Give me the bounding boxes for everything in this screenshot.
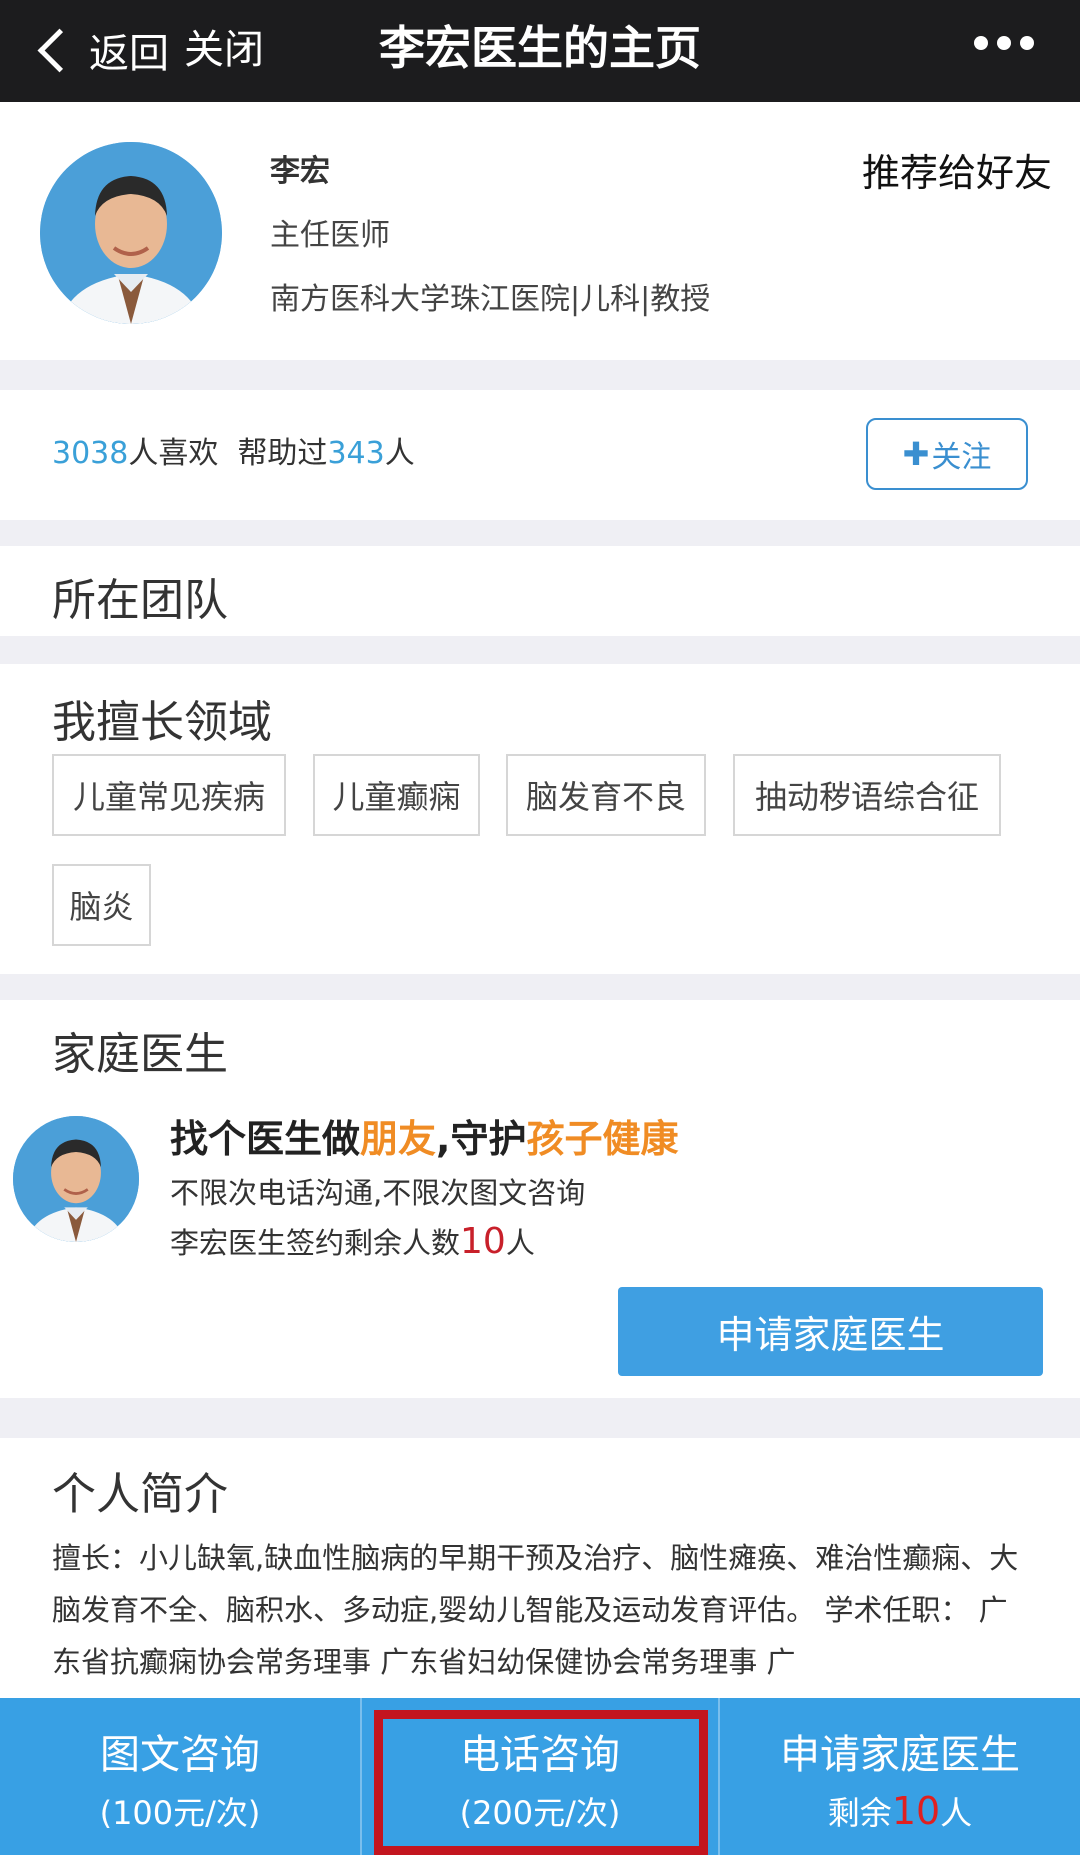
stats-bar: 3038人喜欢 帮助过343人 ✚ 关注 — [0, 390, 1080, 520]
stats-text: 3038人喜欢 帮助过343人 — [52, 428, 415, 472]
apply-family-doctor-button[interactable]: 申请家庭医生 — [618, 1287, 1043, 1376]
follow-button[interactable]: ✚ 关注 — [866, 418, 1028, 490]
family-doctor-heading: 家庭医生 — [52, 1029, 228, 1080]
likes-count: 3038 — [52, 436, 129, 471]
specialties-heading: 我擅长领域 — [52, 697, 272, 748]
family-doctor-section: 家庭医生 找个医生做朋友,守护孩子健康 不限次电话沟通,不限次图文咨询 李宏医生… — [0, 1000, 1080, 1398]
top-navigation-bar: 返回 关闭 李宏医生的主页 — [0, 0, 1080, 102]
bottom-action-bar: 图文咨询 (100元/次) 电话咨询 (200元/次) 申请家庭医生 剩余10人 — [0, 1698, 1080, 1855]
bio-heading: 个人简介 — [52, 1469, 228, 1520]
text-consult-button[interactable]: 图文咨询 (100元/次) — [0, 1698, 360, 1855]
doctor-name: 李宏 — [270, 154, 330, 189]
team-section[interactable]: 所在团队 — [0, 546, 1080, 636]
doctor-profile-card: 李宏 主任医师 南方医科大学珠江医院|儿科|教授 推荐给好友 — [0, 102, 1080, 360]
plus-icon: ✚ — [902, 435, 930, 473]
headline-part: ,守护 — [436, 1117, 527, 1161]
bar-remaining-count: 10 — [891, 1789, 941, 1833]
specialty-tag[interactable]: 脑炎 — [52, 864, 151, 946]
follow-label: 关注 — [931, 440, 992, 475]
more-options-icon[interactable] — [974, 36, 1034, 50]
remaining-suffix: 人 — [505, 1226, 535, 1260]
phone-consult-label: 电话咨询 — [460, 1732, 620, 1778]
phone-consult-price: (200元/次) — [459, 1794, 621, 1832]
bar-remaining-prefix: 剩余 — [827, 1794, 892, 1832]
family-doctor-bar-button[interactable]: 申请家庭医生 剩余10人 — [720, 1698, 1080, 1855]
phone-consult-button[interactable]: 电话咨询 (200元/次) — [360, 1698, 720, 1855]
family-doctor-benefit: 不限次电话沟通,不限次图文咨询 — [170, 1176, 586, 1210]
family-doctor-remaining: 李宏医生签约剩余人数10人 — [170, 1220, 535, 1262]
remaining-count: 10 — [460, 1221, 506, 1262]
doctor-organization: 南方医科大学珠江医院|儿科|教授 — [270, 282, 711, 317]
family-doctor-bar-remaining: 剩余10人 — [720, 1788, 1080, 1834]
remaining-prefix: 李宏医生签约剩余人数 — [170, 1226, 461, 1260]
headline-highlight: 孩子健康 — [526, 1117, 679, 1161]
family-doctor-headline: 找个医生做朋友,守护孩子健康 — [170, 1108, 678, 1163]
recommend-to-friend-button[interactable]: 推荐给好友 — [862, 142, 1052, 197]
helped-prefix: 帮助过 — [237, 436, 328, 471]
family-doctor-bar-label: 申请家庭医生 — [780, 1732, 1020, 1778]
doctor-title: 主任医师 — [270, 218, 390, 253]
page-title: 李宏医生的主页 — [379, 21, 701, 75]
helped-count: 343 — [327, 436, 385, 471]
text-consult-label: 图文咨询 — [100, 1732, 260, 1778]
text-consult-price: (100元/次) — [99, 1794, 261, 1832]
likes-suffix: 人喜欢 — [128, 436, 219, 471]
specialty-tag[interactable]: 脑发育不良 — [506, 754, 706, 836]
specialty-tag[interactable]: 儿童癫痫 — [313, 754, 480, 836]
headline-part: 找个医生做 — [170, 1117, 361, 1161]
bio-text: 擅长：小儿缺氧,缺血性脑病的早期干预及治疗、脑性瘫痪、难治性癫痫、大脑发育不全、… — [52, 1541, 1019, 1679]
doctor-avatar — [40, 142, 222, 324]
helped-suffix: 人 — [384, 436, 415, 471]
bar-remaining-suffix: 人 — [940, 1794, 973, 1832]
doctor-avatar-small — [13, 1116, 139, 1242]
specialty-tag[interactable]: 儿童常见疾病 — [52, 754, 286, 836]
specialties-section: 我擅长领域 儿童常见疾病 儿童癫痫 脑发育不良 抽动秽语综合征 脑炎 — [0, 664, 1080, 974]
specialty-tag[interactable]: 抽动秽语综合征 — [733, 754, 1001, 836]
team-heading: 所在团队 — [52, 575, 228, 626]
headline-highlight: 朋友 — [360, 1117, 437, 1161]
